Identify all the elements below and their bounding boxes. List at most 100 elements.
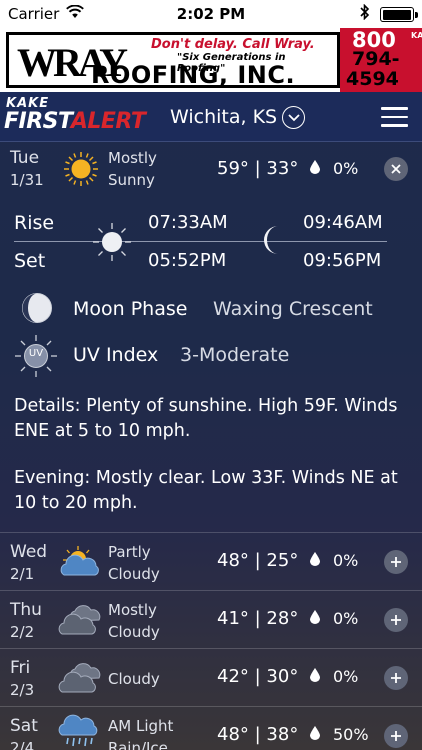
forecast-day-name: Sat bbox=[10, 716, 38, 736]
ad-company: ROOFING, INC. bbox=[91, 61, 296, 89]
collapse-button[interactable] bbox=[384, 157, 408, 181]
app-header: KAKE FIRSTALERT Wichita, KS bbox=[0, 92, 422, 142]
moon-icon bbox=[262, 224, 288, 260]
forecast-date: 2/4 bbox=[10, 739, 35, 750]
forecast-day: Thu 2/2 bbox=[10, 599, 42, 643]
expand-button[interactable] bbox=[384, 666, 408, 690]
today-day-name: Tue bbox=[10, 148, 40, 168]
today-date: 1/31 bbox=[10, 171, 44, 189]
expand-button[interactable] bbox=[384, 550, 408, 574]
uv-index-label: UV Index bbox=[73, 344, 159, 366]
forecast-day: Wed 2/1 bbox=[10, 541, 47, 585]
plus-icon bbox=[391, 673, 401, 683]
forecast-condition-line-2: Cloudy bbox=[108, 623, 160, 641]
forecast-condition-line-2: Cloudy bbox=[108, 565, 160, 583]
today-detail-panel: Rise Set 07:33AM 05:52PM 09:46AM 09:56PM… bbox=[0, 198, 422, 532]
horizon-divider bbox=[14, 241, 387, 242]
forecast-precip: 0% bbox=[333, 609, 359, 628]
forecast-row[interactable]: Fri 2/3 Cloudy 42° | 30° 0% bbox=[0, 648, 422, 706]
status-bar: Carrier 2:02 PM bbox=[0, 0, 422, 28]
forecast-condition-line-1: Partly bbox=[108, 543, 151, 561]
plus-icon bbox=[391, 615, 401, 625]
forecast-day: Fri 2/3 bbox=[10, 657, 34, 701]
forecast-temps: 41° | 28° bbox=[217, 608, 299, 629]
cloudy-icon bbox=[58, 661, 102, 695]
forecast-date: 2/2 bbox=[10, 623, 35, 641]
forecast-day-name: Thu bbox=[10, 600, 42, 620]
raindrop-icon bbox=[310, 552, 320, 570]
ad-phone: 800 794- 4594 KANSAS bbox=[340, 28, 422, 92]
ad-phone-3: 4594 bbox=[346, 68, 399, 90]
raindrop-icon bbox=[310, 668, 320, 686]
rain-ice-icon bbox=[58, 713, 102, 747]
moonset-time: 09:56PM bbox=[303, 250, 382, 271]
brand-alert: ALERT bbox=[70, 109, 146, 134]
location-dropdown-button[interactable] bbox=[282, 106, 305, 129]
sunset-time: 05:52PM bbox=[148, 250, 227, 271]
forecast-precip: 0% bbox=[333, 551, 359, 570]
set-label: Set bbox=[14, 250, 46, 272]
ad-banner[interactable]: WRAY Don't delay. Call Wray. "Six Genera… bbox=[0, 28, 422, 92]
brand-first-alert: FIRSTALERT bbox=[4, 109, 146, 134]
forecast-condition-line-1: Mostly bbox=[108, 601, 157, 619]
forecast-temps: 48° | 38° bbox=[217, 724, 299, 745]
forecast-row[interactable]: Wed 2/1 Partly Cloudy 48° | 25° 0% bbox=[0, 532, 422, 590]
partly-cloudy-icon bbox=[58, 545, 102, 579]
plus-icon bbox=[391, 557, 401, 567]
raindrop-icon bbox=[310, 726, 320, 744]
brand-logo: KAKE FIRSTALERT bbox=[4, 96, 146, 138]
today-row[interactable]: Tue 1/31 Mostly Sunny 59° | 33° 0% bbox=[0, 142, 422, 198]
forecast-day-name: Fri bbox=[10, 658, 31, 678]
close-icon bbox=[391, 164, 401, 174]
details-text: Details: Plenty of sunshine. High 59F. W… bbox=[14, 396, 398, 441]
today-temps: 59° | 33° bbox=[217, 158, 299, 179]
raindrop-icon bbox=[310, 160, 320, 178]
moonrise-time: 09:46AM bbox=[303, 212, 383, 233]
ad-logo: WRAY Don't delay. Call Wray. "Six Genera… bbox=[6, 32, 340, 89]
expand-button[interactable] bbox=[384, 608, 408, 632]
hamburger-icon bbox=[381, 107, 408, 110]
sunrise-sun-icon bbox=[92, 222, 132, 266]
ad-phone-2: 794- bbox=[352, 48, 400, 70]
forecast-row[interactable]: Sat 2/4 AM Light Rain/Ice 48° | 38° 50% bbox=[0, 706, 422, 750]
clock: 2:02 PM bbox=[176, 5, 246, 23]
uv-index-value: 3-Moderate bbox=[180, 344, 290, 366]
moon-phase-icon bbox=[21, 292, 53, 328]
uv-index-icon: UV bbox=[14, 334, 58, 382]
ad-tagline: Don't delay. Call Wray. bbox=[151, 37, 315, 52]
forecast-condition: Partly Cloudy bbox=[108, 541, 160, 585]
forecast-condition-line-1: Cloudy bbox=[108, 670, 160, 688]
today-condition-line-2: Sunny bbox=[108, 171, 155, 189]
forecast-precip: 0% bbox=[333, 667, 359, 686]
forecast-date: 2/3 bbox=[10, 681, 35, 699]
forecast-condition-line-2: Rain/Ice bbox=[108, 739, 168, 750]
moon-phase-value: Waxing Crescent bbox=[213, 298, 373, 320]
forecast-day: Sat 2/4 bbox=[10, 715, 38, 750]
forecast-temps: 48° | 25° bbox=[217, 550, 299, 571]
sunrise-time: 07:33AM bbox=[148, 212, 228, 233]
forecast-date: 2/1 bbox=[10, 565, 35, 583]
moon-phase-label: Moon Phase bbox=[73, 298, 188, 320]
evening-text: Evening: Mostly clear. Low 33F. Winds NE… bbox=[14, 468, 398, 513]
brand-first: FIRST bbox=[4, 109, 71, 134]
forecast-day-name: Wed bbox=[10, 542, 48, 562]
ad-state: KANSAS bbox=[411, 31, 422, 40]
menu-button[interactable] bbox=[381, 107, 408, 127]
forecast-condition-line-1: AM Light bbox=[108, 717, 174, 735]
chevron-down-icon bbox=[287, 114, 300, 122]
forecast-precip: 50% bbox=[333, 725, 369, 744]
today-precip: 0% bbox=[333, 159, 359, 178]
raindrop-icon bbox=[310, 610, 320, 628]
forecast-row[interactable]: Thu 2/2 Mostly Cloudy 41° | 28° 0% bbox=[0, 590, 422, 648]
sunny-icon bbox=[63, 151, 99, 187]
forecast-condition: AM Light Rain/Ice bbox=[108, 715, 173, 750]
forecast-condition: Mostly Cloudy bbox=[108, 599, 160, 643]
today-day: Tue 1/31 bbox=[10, 147, 44, 191]
location-label[interactable]: Wichita, KS bbox=[170, 106, 277, 128]
today-condition: Mostly Sunny bbox=[108, 147, 157, 191]
expand-button[interactable] bbox=[384, 724, 408, 748]
battery-icon bbox=[380, 7, 418, 22]
forecast-temps: 42° | 30° bbox=[217, 666, 299, 687]
forecast-condition: Cloudy bbox=[108, 668, 160, 690]
plus-icon bbox=[391, 731, 401, 741]
